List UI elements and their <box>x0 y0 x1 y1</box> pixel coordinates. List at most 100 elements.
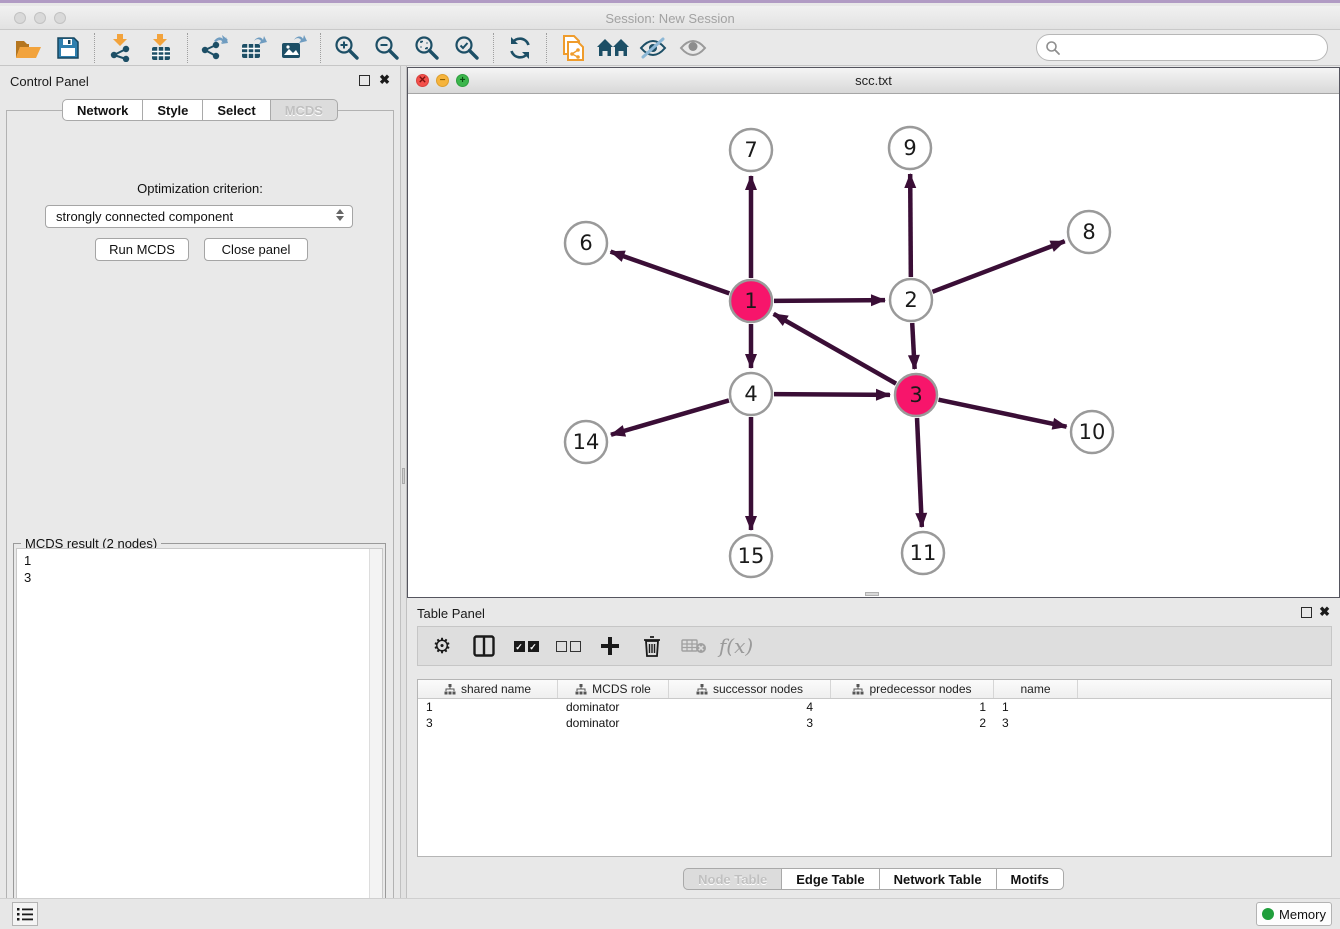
toolbar-separator <box>187 33 188 63</box>
import-table-icon <box>148 34 174 62</box>
refresh-button[interactable] <box>500 32 540 64</box>
graph-node-label: 4 <box>744 382 757 406</box>
column-label: predecessor nodes <box>869 682 971 696</box>
delete-table-button[interactable] <box>680 632 708 660</box>
run-mcds-button[interactable]: Run MCDS <box>95 238 189 261</box>
graph-edge-2-9[interactable] <box>910 174 911 277</box>
close-panel-button[interactable]: Close panel <box>204 238 308 261</box>
result-scrollbar[interactable] <box>369 549 382 915</box>
table-settings-button[interactable]: ⚙ <box>428 632 456 660</box>
graph-edge-4-3[interactable] <box>774 394 890 395</box>
zoom-selected-button[interactable] <box>447 32 487 64</box>
function-builder-button[interactable]: f(x) <box>722 632 750 660</box>
tab-mcds[interactable]: MCDS <box>271 99 338 121</box>
export-table-button[interactable] <box>234 32 274 64</box>
toolbar-separator <box>493 33 494 63</box>
float-table-panel-icon[interactable] <box>1301 607 1312 618</box>
tab-style[interactable]: Style <box>143 99 203 121</box>
graph-edge-1-6[interactable] <box>611 252 730 294</box>
tab-edge-table[interactable]: Edge Table <box>782 868 879 890</box>
zoom-fit-button[interactable] <box>407 32 447 64</box>
unselect-all-columns-button[interactable] <box>554 632 582 660</box>
cell-successor-nodes[interactable]: 3 <box>669 715 831 731</box>
graph-edge-2-3[interactable] <box>912 323 914 369</box>
tab-select[interactable]: Select <box>203 99 270 121</box>
control-panel-header: Control Panel ✖ <box>0 66 400 94</box>
task-history-button[interactable] <box>12 902 38 926</box>
graph-node-label: 1 <box>744 289 757 313</box>
network-view-title: scc.txt <box>408 73 1339 88</box>
cell-mcds-role[interactable]: dominator <box>558 715 669 731</box>
cell-predecessor-nodes[interactable]: 2 <box>831 715 994 731</box>
columns-icon <box>473 635 495 657</box>
splitter-grip[interactable] <box>402 468 405 484</box>
open-folder-icon <box>14 36 42 60</box>
control-panel: Control Panel ✖ Optimization criterion: … <box>0 66 400 898</box>
cell-name[interactable]: 3 <box>994 715 1078 731</box>
search-box[interactable] <box>1036 34 1328 61</box>
graph-edge-3-11[interactable] <box>917 418 922 527</box>
checked-checkbox-icon: ✓ <box>528 641 539 652</box>
graph-node-label: 14 <box>573 430 600 454</box>
table-row[interactable]: 1 dominator 4 1 1 <box>418 699 1331 715</box>
unchecked-checkbox-icon <box>570 641 581 652</box>
cell-shared-name[interactable]: 3 <box>418 715 558 731</box>
zoom-out-button[interactable] <box>367 32 407 64</box>
column-header-mcds-role[interactable]: MCDS role <box>558 680 669 698</box>
cell-successor-nodes[interactable]: 4 <box>669 699 831 715</box>
tab-network-table[interactable]: Network Table <box>880 868 997 890</box>
tab-node-table[interactable]: Node Table <box>683 868 782 890</box>
graph-edge-3-10[interactable] <box>939 400 1067 427</box>
import-network-button[interactable] <box>101 32 141 64</box>
attribute-tree-icon <box>444 684 456 695</box>
table-row[interactable]: 3 dominator 3 2 3 <box>418 715 1331 731</box>
select-all-columns-button[interactable]: ✓✓ <box>512 632 540 660</box>
hide-selected-button[interactable] <box>633 32 673 64</box>
attribute-tree-icon <box>852 684 864 695</box>
export-image-button[interactable] <box>274 32 314 64</box>
column-header-name[interactable]: name <box>994 680 1078 698</box>
optimization-criterion-select[interactable]: strongly connected component <box>45 205 353 228</box>
save-session-button[interactable] <box>48 32 88 64</box>
horizontal-splitter-grip[interactable] <box>865 592 879 596</box>
column-header-successor-nodes[interactable]: successor nodes <box>669 680 831 698</box>
zoom-in-button[interactable] <box>327 32 367 64</box>
show-columns-button[interactable] <box>470 632 498 660</box>
memory-button[interactable]: Memory <box>1256 902 1332 926</box>
copy-network-button[interactable] <box>553 32 593 64</box>
graph-edge-1-2[interactable] <box>774 300 885 301</box>
graph-node-label: 2 <box>904 288 917 312</box>
table-panel-title: Table Panel <box>417 606 485 621</box>
column-header-predecessor-nodes[interactable]: predecessor nodes <box>831 680 994 698</box>
plus-icon <box>600 636 620 656</box>
graph-edge-2-8[interactable] <box>932 241 1064 292</box>
checked-checkbox-icon: ✓ <box>514 641 525 652</box>
create-column-button[interactable] <box>596 632 624 660</box>
network-canvas[interactable]: 7968124314101511 <box>408 94 1339 597</box>
zoom-selected-icon <box>454 35 480 61</box>
show-all-button[interactable] <box>673 32 713 64</box>
cell-predecessor-nodes[interactable]: 1 <box>831 699 994 715</box>
list-icon <box>16 906 34 922</box>
vertical-splitter[interactable] <box>400 66 407 898</box>
tab-network[interactable]: Network <box>62 99 143 121</box>
graph-edge-3-1[interactable] <box>774 314 896 384</box>
delete-column-button[interactable] <box>638 632 666 660</box>
search-input[interactable] <box>1061 38 1327 58</box>
graph-edge-4-14[interactable] <box>611 400 729 434</box>
graph-node-label: 6 <box>579 231 592 255</box>
import-table-button[interactable] <box>141 32 181 64</box>
float-panel-icon[interactable] <box>359 75 370 86</box>
cell-name[interactable]: 1 <box>994 699 1078 715</box>
close-panel-icon[interactable]: ✖ <box>379 72 390 88</box>
column-header-shared-name[interactable]: shared name <box>418 680 558 698</box>
toolbar-separator <box>320 33 321 63</box>
cell-mcds-role[interactable]: dominator <box>558 699 669 715</box>
close-table-panel-icon[interactable]: ✖ <box>1319 604 1330 620</box>
home-button[interactable] <box>593 32 633 64</box>
export-network-button[interactable] <box>194 32 234 64</box>
network-window-titlebar[interactable]: ✕ − + scc.txt <box>408 68 1339 94</box>
tab-motifs[interactable]: Motifs <box>997 868 1064 890</box>
open-file-button[interactable] <box>8 32 48 64</box>
cell-shared-name[interactable]: 1 <box>418 699 558 715</box>
